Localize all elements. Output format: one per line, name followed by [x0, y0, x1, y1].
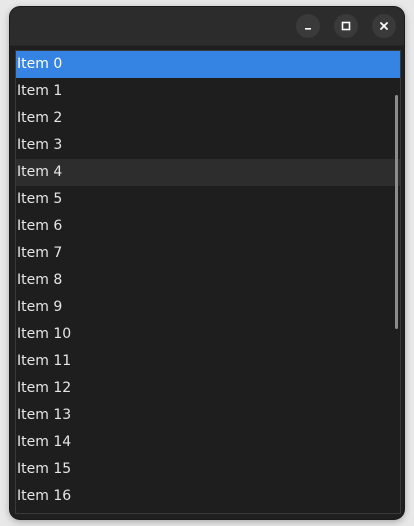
list-item[interactable]: Item 16	[16, 483, 400, 510]
list-item[interactable]: Item 4	[16, 159, 400, 186]
list-item[interactable]: Item 5	[16, 186, 400, 213]
list-item[interactable]: Item 12	[16, 375, 400, 402]
list-item[interactable]: Item 2	[16, 105, 400, 132]
item-list[interactable]: Item 0 Item 1 Item 2 Item 3 Item 4 Item 5 Item…	[15, 50, 401, 514]
minimize-button[interactable]	[296, 14, 320, 38]
list-item[interactable]: Item 10	[16, 321, 400, 348]
app-window: Item 0 Item 1 Item 2 Item 3 Item 4 Item 5 Item…	[10, 7, 404, 519]
maximize-button[interactable]	[334, 14, 358, 38]
list-item[interactable]: Item 11	[16, 348, 400, 375]
vertical-scrollbar[interactable]	[395, 95, 398, 329]
list-item[interactable]: Item 13	[16, 402, 400, 429]
list-item[interactable]: Item 1	[16, 78, 400, 105]
close-button[interactable]	[372, 14, 396, 38]
close-icon	[380, 22, 388, 30]
list-item[interactable]: Item 14	[16, 429, 400, 456]
list-item[interactable]: Item 0	[16, 51, 400, 78]
maximize-icon	[341, 21, 351, 31]
minimize-icon	[305, 28, 311, 30]
list-item[interactable]: Item 8	[16, 267, 400, 294]
list-item[interactable]: Item 3	[16, 132, 400, 159]
item-list-rows: Item 0 Item 1 Item 2 Item 3 Item 4 Item 5 Item…	[16, 51, 400, 510]
list-item[interactable]: Item 7	[16, 240, 400, 267]
list-item[interactable]: Item 9	[16, 294, 400, 321]
list-item[interactable]: Item 6	[16, 213, 400, 240]
title-bar[interactable]	[10, 7, 404, 46]
list-item[interactable]: Item 15	[16, 456, 400, 483]
